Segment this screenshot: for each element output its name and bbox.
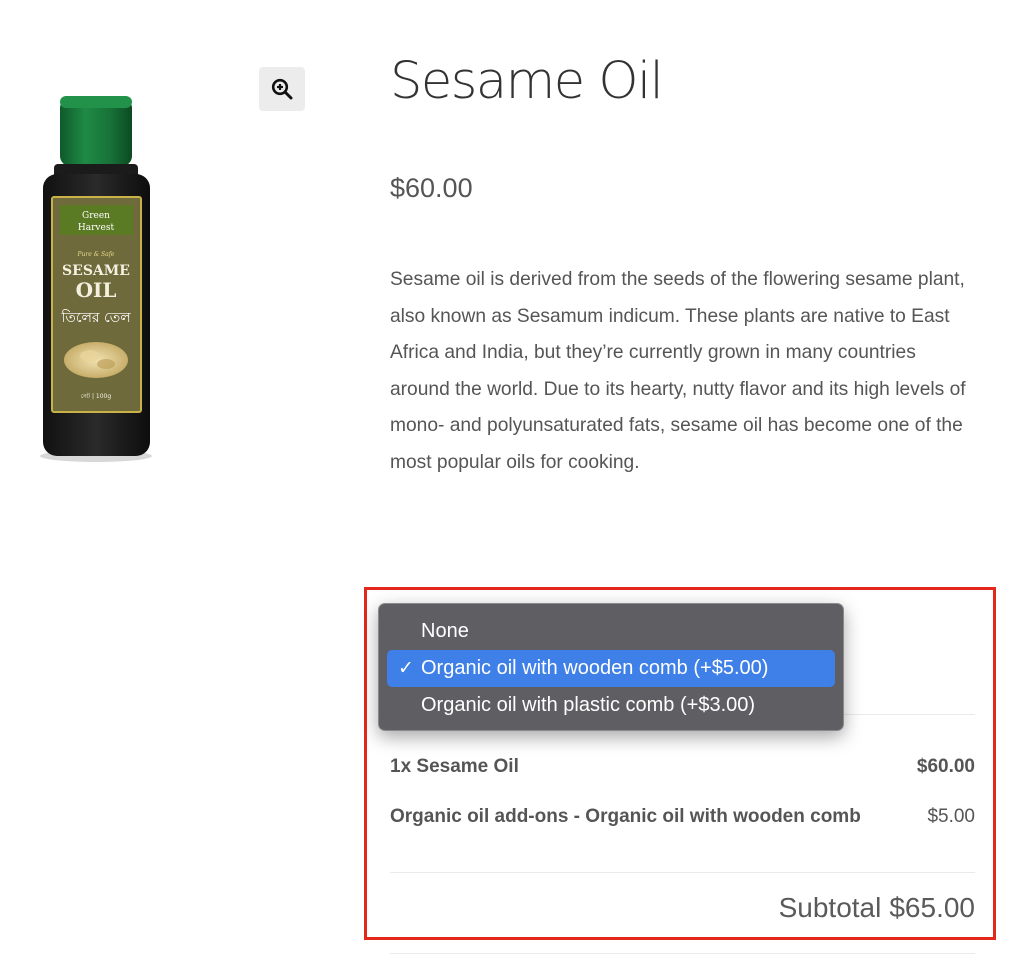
svg-text:OIL: OIL (76, 278, 117, 302)
oil-bottle-image: Green Harvest Pure & Safe SESAME OIL তিল… (40, 96, 152, 462)
line-item-price: $60.00 (916, 756, 975, 777)
subtotal: Subtotal $65.00 (390, 892, 975, 924)
product-page: Green Harvest Pure & Safe SESAME OIL তিল… (0, 0, 1024, 969)
product-description: Sesame oil is derived from the seeds of … (390, 269, 966, 473)
option-label: None (421, 620, 469, 642)
product-image[interactable]: Green Harvest Pure & Safe SESAME OIL তিল… (30, 90, 170, 470)
select-option-none[interactable]: None (387, 613, 835, 650)
line-item-label: 1x Sesame Oil (390, 756, 519, 777)
product-title: Sesame Oil (390, 52, 664, 111)
svg-text:নেট | 100g: নেট | 100g (81, 392, 112, 400)
svg-text:Green: Green (82, 211, 110, 221)
select-option-plastic-comb[interactable]: Organic oil with plastic comb (+$3.00) (387, 687, 835, 724)
zoom-button[interactable] (259, 67, 305, 111)
svg-text:Pure & Safe: Pure & Safe (77, 251, 115, 258)
zoom-in-icon (271, 78, 293, 100)
svg-text:তিলের তেল: তিলের তেল (60, 309, 131, 326)
subtotal-label: Subtotal (778, 892, 882, 923)
addon-price: $5.00 (927, 806, 975, 827)
option-label: Organic oil with plastic comb (+$3.00) (421, 694, 756, 716)
subtotal-value: $65.00 (889, 892, 975, 923)
svg-text:Harvest: Harvest (78, 223, 115, 233)
option-label: Organic oil with wooden comb (+$5.00) (421, 657, 769, 679)
divider (390, 872, 975, 873)
addon-row: Organic oil add-ons - Organic oil with w… (390, 806, 975, 828)
svg-text:SESAME: SESAME (62, 263, 130, 279)
select-option-wooden-comb[interactable]: ✓ Organic oil with wooden comb (+$5.00) (387, 650, 835, 687)
checkmark-icon: ✓ (398, 658, 414, 679)
line-item-row: 1x Sesame Oil $60.00 (390, 756, 975, 778)
divider (390, 953, 975, 954)
product-price: $60.00 (390, 173, 473, 203)
addon-label: Organic oil add-ons - Organic oil with w… (390, 806, 861, 827)
addon-select-menu[interactable]: None ✓ Organic oil with wooden comb (+$5… (378, 603, 844, 731)
